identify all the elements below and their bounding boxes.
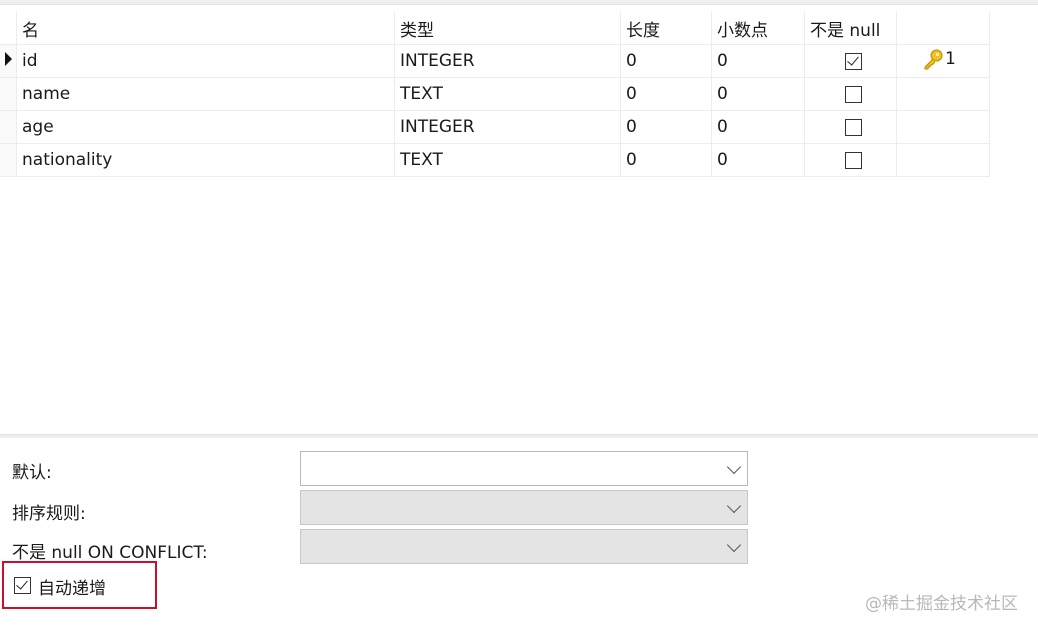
key-icon [924,49,943,69]
row-selector-header [0,12,17,45]
field-decimals-cell[interactable]: 0 [711,143,805,177]
row-selector[interactable] [0,110,17,144]
primary-key-indicator: 1 [922,48,956,70]
fields-grid: 名 类型 长度 小数点 不是 null id INTEGER 0 0 1 nam… [0,12,990,177]
field-length-cell[interactable]: 0 [620,110,712,144]
tab-strip [0,0,1038,5]
collation-combobox[interactable] [300,490,748,525]
not-null-checkbox[interactable] [844,151,862,169]
row-selector[interactable] [0,77,17,111]
watermark: @稀土掘金技术社区 [865,594,1018,614]
table-row[interactable]: name TEXT 0 0 [0,77,990,111]
field-key-cell[interactable]: 1 [896,44,990,78]
header-decimals[interactable]: 小数点 [711,12,805,45]
field-name-cell[interactable]: name [16,77,395,111]
field-type-cell[interactable]: INTEGER [394,44,621,78]
field-type-cell[interactable]: TEXT [394,77,621,111]
autoincrement-checkbox[interactable] [14,577,31,594]
autoincrement-highlight: 自动递增 [2,561,157,609]
field-name-cell[interactable]: age [16,110,395,144]
header-length[interactable]: 长度 [620,12,712,45]
field-decimals-cell[interactable]: 0 [711,110,805,144]
field-name-cell[interactable]: nationality [16,143,395,177]
row-selector[interactable] [0,44,17,78]
field-not-null-cell[interactable] [804,143,897,177]
not-null-checkbox[interactable] [844,52,862,70]
field-key-cell[interactable] [896,77,990,111]
field-not-null-cell[interactable] [804,44,897,78]
field-type-cell[interactable]: INTEGER [394,110,621,144]
not-null-conflict-label: 不是 null ON CONFLICT: [12,543,208,563]
not-null-conflict-combobox[interactable] [300,529,748,564]
table-row[interactable]: age INTEGER 0 0 [0,110,990,144]
table-row[interactable]: id INTEGER 0 0 1 [0,44,990,78]
default-label: 默认: [12,463,52,483]
current-row-arrow-icon [5,52,12,66]
row-selector[interactable] [0,143,17,177]
field-decimals-cell[interactable]: 0 [711,44,805,78]
field-not-null-cell[interactable] [804,110,897,144]
table-row[interactable]: nationality TEXT 0 0 [0,143,990,177]
not-null-checkbox[interactable] [844,118,862,136]
field-length-cell[interactable]: 0 [620,44,712,78]
field-name-cell[interactable]: id [16,44,395,78]
header-name[interactable]: 名 [16,12,395,45]
field-type-cell[interactable]: TEXT [394,143,621,177]
field-length-cell[interactable]: 0 [620,143,712,177]
field-key-cell[interactable] [896,110,990,144]
collation-label: 排序规则: [12,504,86,524]
field-key-cell[interactable] [896,143,990,177]
field-not-null-cell[interactable] [804,77,897,111]
header-not-null[interactable]: 不是 null [804,12,897,45]
autoincrement-label[interactable]: 自动递增 [38,574,106,599]
primary-key-order: 1 [945,48,956,69]
grid-header-row: 名 类型 长度 小数点 不是 null [0,12,990,45]
field-decimals-cell[interactable]: 0 [711,77,805,111]
chevron-down-icon[interactable] [726,459,742,475]
panel-splitter[interactable] [0,434,1038,438]
header-type[interactable]: 类型 [394,12,621,45]
field-length-cell[interactable]: 0 [620,77,712,111]
chevron-down-icon[interactable] [726,537,742,553]
default-combobox[interactable] [300,451,748,486]
header-key [896,12,990,45]
chevron-down-icon[interactable] [726,498,742,514]
not-null-checkbox[interactable] [844,85,862,103]
